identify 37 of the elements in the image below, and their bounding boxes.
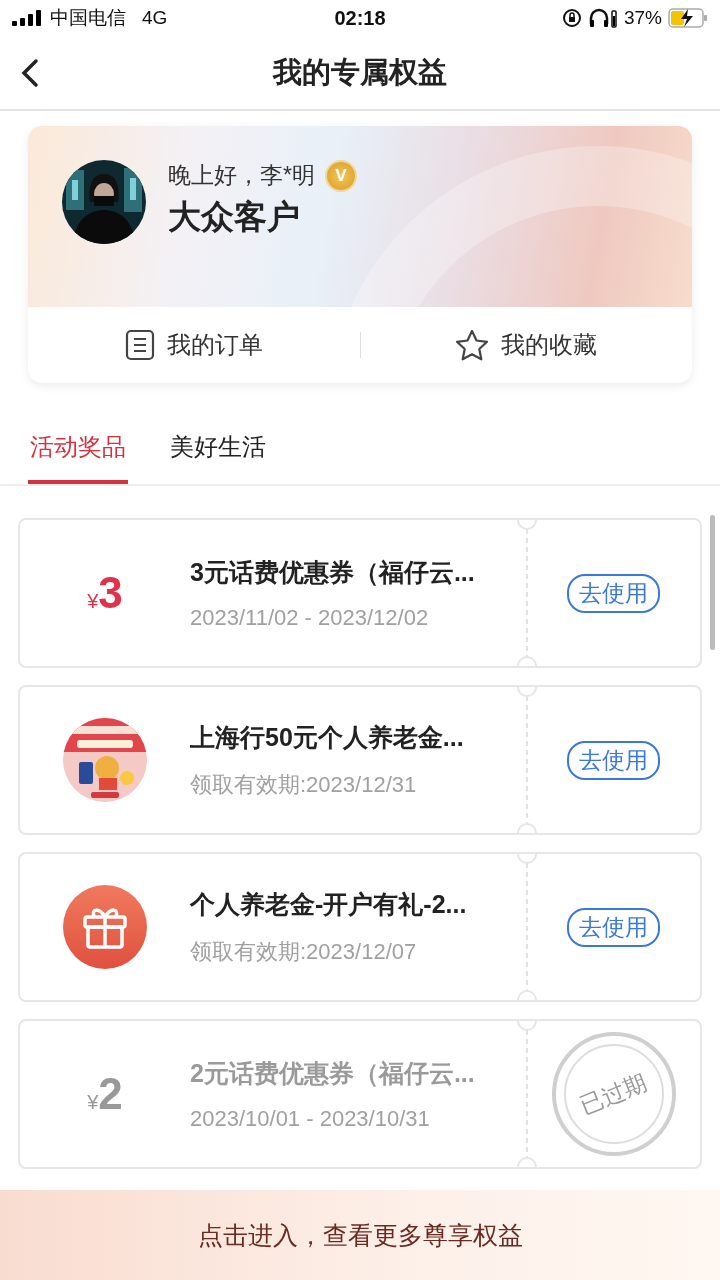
carrier-name: 中国电信 [50, 6, 126, 30]
list-icon [124, 329, 155, 361]
tab[interactable]: 活动奖品 [28, 423, 128, 484]
use-button[interactable]: 去使用 [567, 740, 660, 780]
validity-date: 2023/10/01 - 2023/10/31 [190, 1105, 431, 1132]
more-benefits-banner[interactable]: 点击进入，查看更多尊享权益 [0, 1190, 720, 1280]
coupon-card[interactable]: 上海行50元个人养老金... 领取有效期:2023/12/31 去使用 [18, 685, 702, 835]
battery-charging-icon [668, 8, 708, 28]
validity-date: 2023/11/02 - 2023/12/02 [190, 604, 430, 631]
network-type: 4G [142, 7, 168, 29]
coupon-card[interactable]: 个人养老金-开户有礼-2... 领取有效期:2023/12/07 去使用 [18, 852, 702, 1002]
gift-icon [63, 885, 147, 969]
coupon-card[interactable]: ¥3 3元话费优惠券（福仔云... 2023/11/02 - 2023/12/02 去使用 [18, 518, 702, 668]
star-icon [455, 329, 490, 361]
coupon-title: 2元话费优惠券（福仔云... [190, 1057, 476, 1089]
headphones-icon [587, 8, 618, 28]
profile-link[interactable]: 我的订单 [28, 329, 360, 361]
clock-time: 02:18 [334, 6, 386, 30]
expired-stamp: 已过期 [551, 1032, 676, 1156]
signal-icon [12, 10, 42, 26]
rotation-lock-icon [561, 8, 582, 28]
coupon-title: 上海行50元个人养老金... [190, 721, 465, 753]
validity-date: 领取有效期:2023/12/07 [190, 937, 418, 966]
greeting-text: 晚上好，李*明 [168, 161, 315, 190]
use-button[interactable]: 去使用 [567, 907, 660, 947]
coupon-amount: ¥3 [87, 568, 123, 618]
page-title: 我的专属权益 [273, 54, 447, 90]
member-level: 大众客户 [168, 196, 301, 238]
coupon-title: 个人养老金-开户有礼-2... [190, 888, 468, 920]
validity-date: 领取有效期:2023/12/31 [190, 770, 418, 799]
use-button[interactable]: 去使用 [567, 573, 660, 613]
tab[interactable]: 美好生活 [168, 423, 268, 484]
profile-link[interactable]: 我的收藏 [360, 329, 692, 361]
vip-badge: V [326, 161, 355, 190]
coupon-amount: ¥2 [87, 1069, 123, 1119]
battery-percent: 37% [623, 7, 662, 29]
coupon-title: 3元话费优惠券（福仔云... [190, 556, 476, 588]
